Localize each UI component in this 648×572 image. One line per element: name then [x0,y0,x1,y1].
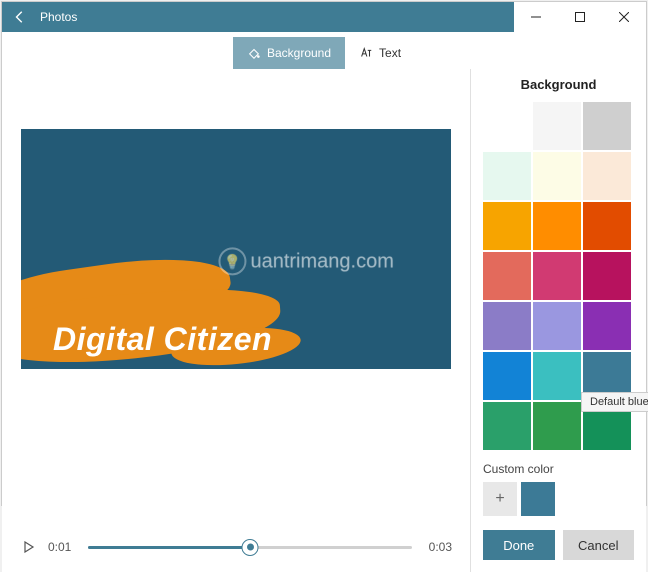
title-card-text: Digital Citizen [53,321,272,358]
main-area: Digital Citizen 💡 uantrimang.com 0:01 0:… [2,69,646,572]
paint-bucket-icon [247,46,261,60]
app-window: Photos Background Text [1,1,647,506]
tab-text-label: Text [379,46,401,60]
color-swatch[interactable] [483,202,531,250]
custom-color-label: Custom color [483,462,634,476]
color-swatch[interactable] [533,202,581,250]
duration: 0:03 [422,540,452,554]
color-swatch[interactable] [483,102,531,150]
cancel-button[interactable]: Cancel [563,530,635,560]
mode-tabs: Background Text [2,32,646,69]
plus-icon: + [495,490,504,508]
preview-padding: Digital Citizen 💡 uantrimang.com [2,69,470,522]
color-swatch[interactable] [533,302,581,350]
color-swatch[interactable] [533,102,581,150]
color-swatch[interactable] [583,102,631,150]
maximize-button[interactable] [558,2,602,32]
tab-background-label: Background [267,46,331,60]
watermark-text: uantrimang.com [250,250,393,273]
color-swatch[interactable] [483,302,531,350]
text-icon [359,46,373,60]
color-swatch-grid: Default blue [483,102,634,450]
timeline: 0:01 0:03 [2,522,470,572]
color-swatch[interactable] [533,352,581,400]
panel-buttons: Done Cancel [483,516,634,560]
custom-color-row: + [483,482,634,516]
current-custom-color[interactable] [521,482,555,516]
color-swatch[interactable] [483,252,531,300]
preview-column: Digital Citizen 💡 uantrimang.com 0:01 0:… [2,69,470,572]
add-custom-color-button[interactable]: + [483,482,517,516]
seek-fill [88,546,250,549]
preview-canvas: Digital Citizen 💡 uantrimang.com [21,129,451,369]
window-controls [514,2,646,32]
panel-title: Background [483,77,634,92]
title-bar: Photos [2,2,646,32]
color-swatch[interactable] [583,252,631,300]
color-tooltip: Default blue [581,392,648,412]
color-swatch[interactable] [583,302,631,350]
color-swatch[interactable] [533,402,581,450]
app-title: Photos [38,10,514,24]
color-swatch[interactable] [583,152,631,200]
watermark: 💡 uantrimang.com [218,247,393,275]
color-swatch[interactable] [533,252,581,300]
tab-text[interactable]: Text [345,37,415,69]
color-swatch[interactable] [483,352,531,400]
color-swatch[interactable] [483,402,531,450]
current-time: 0:01 [48,540,78,554]
color-swatch[interactable] [533,152,581,200]
minimize-button[interactable] [514,2,558,32]
lightbulb-icon: 💡 [218,247,246,275]
close-button[interactable] [602,2,646,32]
color-swatch[interactable] [483,152,531,200]
done-button[interactable]: Done [483,530,555,560]
color-swatch[interactable] [583,202,631,250]
play-button[interactable] [20,538,38,556]
back-button[interactable] [2,2,38,32]
seek-thumb[interactable] [242,539,259,556]
side-panel: Background Default blue Custom color + D… [470,69,646,572]
seek-track[interactable] [88,546,412,549]
tab-background[interactable]: Background [233,37,345,69]
